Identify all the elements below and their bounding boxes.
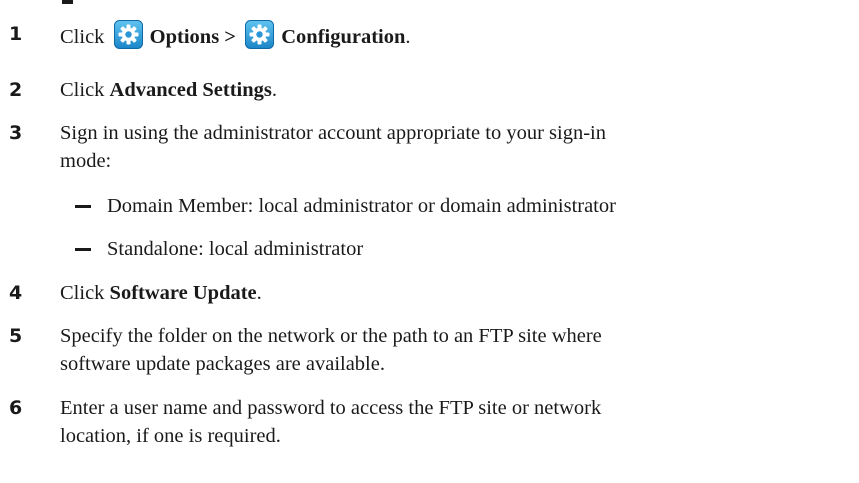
step-line-2: location, if one is required. xyxy=(60,425,281,447)
gear-icon xyxy=(245,20,275,49)
step-prefix: Click xyxy=(60,79,110,101)
step-suffix: . xyxy=(271,79,277,101)
dash-bullet xyxy=(75,205,91,208)
step-prefix: Click xyxy=(60,26,105,48)
gear-icon xyxy=(113,20,143,49)
step-text: Click Options > Configuration. xyxy=(60,20,850,51)
dash-bullet xyxy=(75,248,91,251)
step-line-2: software update packages are available. xyxy=(60,353,385,375)
step-line-1: Sign in using the administrator account … xyxy=(60,122,606,144)
list-item-text: Domain Member: local administrator or do… xyxy=(107,195,616,217)
step-text: Specify the folder on the network or the… xyxy=(60,322,850,378)
list-item-text: Standalone: local administrator xyxy=(107,238,364,260)
step-line-1: Specify the folder on the network or the… xyxy=(60,325,602,347)
step-text: Enter a user name and password to access… xyxy=(60,394,850,450)
step-text: Click Advanced Settings. xyxy=(60,76,850,104)
step-number: 3 xyxy=(9,122,23,144)
step-number: 1 xyxy=(9,23,23,45)
options-label: Options > xyxy=(149,26,236,48)
step-number: 5 xyxy=(9,325,23,347)
step-prefix: Click xyxy=(60,282,110,304)
step-text: Click Software Update. xyxy=(60,279,850,307)
step-line-2: mode: xyxy=(60,150,112,172)
step-suffix: . xyxy=(405,26,411,48)
configuration-label: Configuration xyxy=(281,26,406,48)
advanced-settings-label: Advanced Settings xyxy=(109,79,272,101)
step-number: 6 xyxy=(9,397,23,419)
software-update-label: Software Update xyxy=(109,282,257,304)
step-suffix: . xyxy=(256,282,262,304)
step-line-1: Enter a user name and password to access… xyxy=(60,397,602,419)
step-text: Sign in using the administrator account … xyxy=(60,119,850,175)
previous-section-dash xyxy=(62,0,73,4)
step-number: 2 xyxy=(9,79,23,101)
step-number: 4 xyxy=(9,282,23,304)
